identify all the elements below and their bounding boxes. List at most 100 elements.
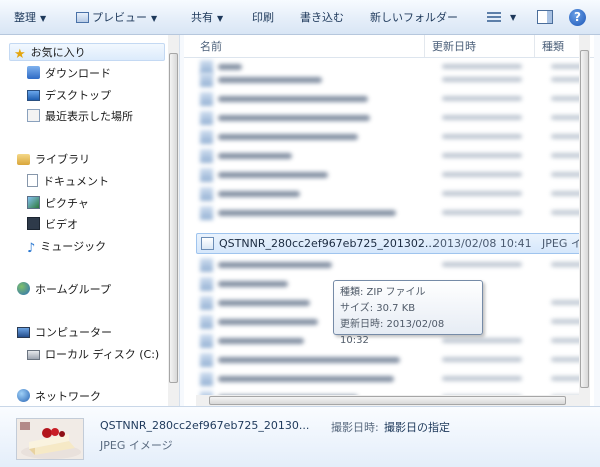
- nav-item-homegroup[interactable]: ホームグループ: [17, 281, 111, 299]
- column-header-modified[interactable]: 更新日時: [432, 38, 476, 54]
- list-horizontal-scrollbar[interactable]: [196, 395, 579, 406]
- preview-icon: [76, 12, 89, 23]
- list-vertical-scrollbar[interactable]: [579, 35, 590, 406]
- preview-label: プレビュー: [92, 11, 147, 24]
- nav-item-favorites[interactable]: ★ お気に入り: [9, 43, 165, 61]
- table-row[interactable]: [196, 388, 579, 395]
- details-file-type: JPEG イメージ: [100, 439, 173, 452]
- column-header-bar: 名前 更新日時 種類: [184, 35, 594, 58]
- nav-item-local-disk[interactable]: ローカル ディスク (C:): [27, 346, 159, 364]
- nav-label: 最近表示した場所: [45, 110, 133, 123]
- new-folder-button[interactable]: 新しいフォルダー: [370, 9, 458, 27]
- nav-label: ビデオ: [45, 218, 78, 231]
- file-info-tooltip: 種類: ZIP ファイル サイズ: 30.7 KB 更新日時: 2013/02/…: [333, 280, 483, 346]
- table-row[interactable]: [196, 203, 579, 223]
- desktop-icon: [27, 90, 40, 101]
- share-button[interactable]: 共有 ▼: [191, 9, 223, 27]
- nav-label: ネットワーク: [35, 390, 101, 403]
- nav-vertical-scrollbar[interactable]: [168, 35, 179, 406]
- share-label: 共有: [191, 11, 213, 24]
- scrollbar-thumb[interactable]: [580, 50, 589, 388]
- nav-label: ダウンロード: [45, 67, 111, 80]
- tooltip-size: サイズ: 30.7 KB: [340, 303, 416, 314]
- library-icon: [17, 154, 30, 165]
- document-icon: [27, 174, 38, 187]
- new-folder-label: 新しいフォルダー: [370, 11, 458, 24]
- recent-places-icon: [27, 109, 40, 122]
- nav-label: ホームグループ: [35, 283, 112, 296]
- computer-icon: [17, 327, 30, 338]
- scrollbar-thumb[interactable]: [169, 53, 178, 383]
- help-icon[interactable]: ?: [569, 9, 586, 26]
- file-type: JPEG イ: [542, 237, 579, 250]
- table-row[interactable]: [196, 184, 579, 204]
- column-divider[interactable]: [534, 35, 535, 57]
- file-name: QSTNNR_280cc2ef967eb725_201302...: [219, 237, 436, 250]
- star-icon: ★: [14, 47, 26, 62]
- details-date-taken-label: 撮影日時:: [331, 421, 379, 434]
- file-list: 名前 更新日時 種類 QSTNNR_280cc2ef967eb725_20130…: [184, 35, 594, 406]
- nav-item-videos[interactable]: ビデオ: [27, 216, 78, 234]
- nav-label: コンピューター: [35, 326, 112, 339]
- tooltip-type: 種類: ZIP ファイル: [340, 287, 426, 298]
- file-thumbnail: [16, 418, 84, 460]
- column-header-name[interactable]: 名前: [200, 38, 222, 54]
- nav-label: ドキュメント: [43, 175, 109, 188]
- music-note-icon: ♪: [27, 241, 36, 256]
- table-row[interactable]: [196, 70, 579, 90]
- details-pane: QSTNNR_280cc2ef967eb725_20130... 撮影日時: 撮…: [0, 406, 600, 467]
- nav-item-pictures[interactable]: ピクチャ: [27, 195, 89, 213]
- burn-label: 書き込む: [300, 11, 344, 24]
- organize-button[interactable]: 整理 ▼: [14, 9, 46, 27]
- file-modified-date: 2013/02/08 10:41: [433, 237, 532, 250]
- burn-button[interactable]: 書き込む: [300, 9, 344, 27]
- details-date-taken-value[interactable]: 撮影日の指定: [384, 419, 450, 435]
- table-row[interactable]: [196, 146, 579, 166]
- organize-label: 整理: [14, 11, 36, 24]
- hard-disk-icon: [27, 350, 40, 360]
- view-options-chevron-icon[interactable]: ▼: [510, 9, 516, 27]
- nav-item-network[interactable]: ネットワーク: [17, 388, 101, 406]
- network-icon: [17, 389, 30, 402]
- tooltip-modified: 更新日時: 2013/02/08 10:32: [340, 319, 445, 346]
- video-icon: [27, 217, 40, 230]
- table-row[interactable]: [196, 165, 579, 185]
- command-bar: 整理 ▼ プレビュー ▼ 共有 ▼ 印刷 書き込む 新しいフォルダー ▼ ?: [0, 0, 600, 35]
- nav-label: ライブラリ: [35, 153, 90, 166]
- details-file-name: QSTNNR_280cc2ef967eb725_20130...: [100, 419, 310, 432]
- nav-item-libraries[interactable]: ライブラリ: [17, 151, 90, 169]
- change-view-icon[interactable]: [487, 9, 501, 26]
- scrollbar-thumb[interactable]: [209, 396, 566, 405]
- preview-button[interactable]: プレビュー ▼: [76, 9, 157, 27]
- nav-item-computer[interactable]: コンピューター: [17, 324, 112, 342]
- nav-item-downloads[interactable]: ダウンロード: [27, 65, 111, 83]
- file-rows: QSTNNR_280cc2ef967eb725_201302... 2013/0…: [184, 57, 579, 395]
- nav-item-desktop[interactable]: デスクトップ: [27, 87, 111, 105]
- nav-label: ローカル ディスク (C:): [45, 348, 160, 361]
- table-row[interactable]: [196, 350, 579, 370]
- navigation-pane: ★ お気に入り ダウンロード デスクトップ 最近表示した場所 ライブラリ ドキュメ…: [0, 35, 180, 406]
- nav-item-recent-places[interactable]: 最近表示した場所: [27, 108, 133, 126]
- preview-pane-icon[interactable]: [537, 10, 553, 24]
- nav-label: デスクトップ: [45, 89, 111, 102]
- print-button[interactable]: 印刷: [252, 9, 274, 27]
- jpeg-file-icon: [201, 237, 214, 250]
- download-folder-icon: [27, 66, 40, 79]
- nav-item-music[interactable]: ♪ ミュージック: [27, 238, 106, 256]
- nav-label: ピクチャ: [45, 197, 89, 210]
- table-row[interactable]: [196, 369, 579, 389]
- selected-file-row[interactable]: QSTNNR_280cc2ef967eb725_201302... 2013/0…: [196, 233, 579, 254]
- chevron-down-icon: ▼: [217, 14, 224, 23]
- table-row[interactable]: [196, 108, 579, 128]
- table-row[interactable]: [196, 89, 579, 109]
- table-row[interactable]: [196, 127, 579, 147]
- nav-label: お気に入り: [30, 46, 86, 59]
- chevron-down-icon: ▼: [40, 14, 47, 23]
- homegroup-icon: [17, 282, 30, 295]
- print-label: 印刷: [252, 11, 274, 24]
- pictures-icon: [27, 196, 40, 209]
- column-divider[interactable]: [424, 35, 425, 57]
- nav-item-documents[interactable]: ドキュメント: [27, 173, 109, 191]
- column-header-type[interactable]: 種類: [542, 38, 564, 54]
- table-row[interactable]: [196, 255, 579, 275]
